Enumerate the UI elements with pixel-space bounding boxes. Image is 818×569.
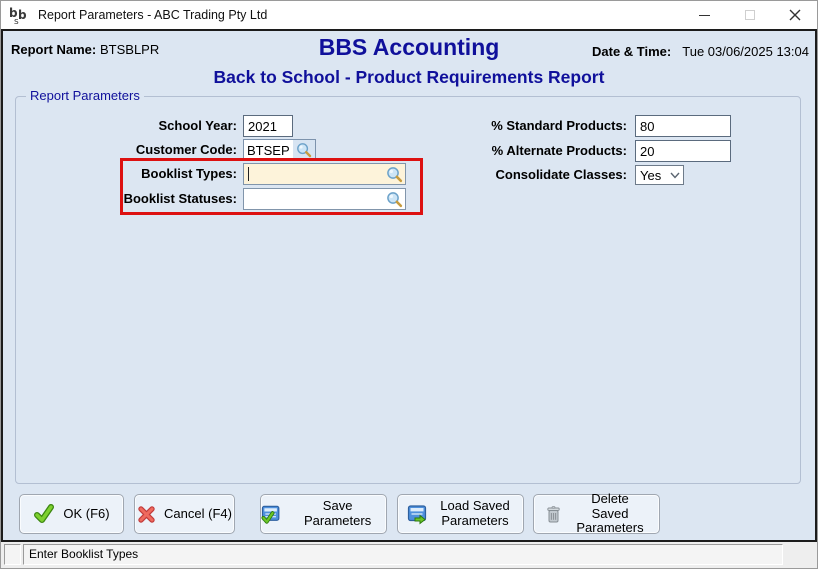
close-button[interactable] (772, 1, 817, 29)
consolidate-row: Consolidate Classes: Yes (3, 164, 815, 186)
status-message: Enter Booklist Types (23, 544, 783, 565)
minimize-button[interactable] (682, 1, 727, 29)
datetime-label: Date & Time: (592, 44, 671, 59)
content-area: Report Name: BTSBLPR BBS Accounting Date… (1, 29, 817, 542)
cancel-button[interactable]: Cancel (F4) (134, 494, 235, 534)
consolidate-label: Consolidate Classes: (403, 164, 627, 186)
pct-alternate-row: % Alternate Products: (3, 140, 815, 162)
load-icon (407, 504, 428, 525)
window-title: Report Parameters - ABC Trading Pty Ltd (38, 8, 267, 22)
save-parameters-label: Save Parameters (289, 499, 386, 529)
ok-button-label: OK (F6) (63, 507, 109, 522)
datetime: Date & Time: Tue 03/06/2025 13:04 (592, 44, 809, 59)
pct-alternate-label: % Alternate Products: (403, 140, 627, 162)
status-bar: Enter Booklist Types (1, 542, 817, 568)
status-grip-panel (4, 544, 21, 565)
delete-saved-parameters-button[interactable]: Delete Saved Parameters (533, 494, 660, 534)
minimize-icon (699, 15, 710, 16)
load-saved-parameters-button[interactable]: Load Saved Parameters (397, 494, 524, 534)
pct-alternate-input[interactable] (635, 140, 731, 162)
consolidate-value: Yes (636, 168, 667, 183)
pct-standard-label: % Standard Products: (403, 115, 627, 137)
load-saved-parameters-label: Load Saved Parameters (436, 499, 514, 529)
datetime-value: Tue 03/06/2025 13:04 (682, 44, 809, 59)
app-icon: b s b (8, 4, 30, 26)
maximize-button (727, 1, 772, 29)
report-parameters-window: b s b Report Parameters - ABC Trading Pt… (0, 0, 818, 569)
title-bar: b s b Report Parameters - ABC Trading Pt… (1, 1, 817, 29)
groupbox-label: Report Parameters (26, 88, 144, 103)
report-subtitle: Back to School - Product Requirements Re… (3, 67, 815, 88)
consolidate-select[interactable]: Yes (635, 165, 684, 185)
pct-standard-input[interactable] (635, 115, 731, 137)
check-icon (33, 503, 55, 525)
close-icon (788, 8, 802, 22)
svg-text:b: b (18, 8, 27, 22)
maximize-icon (745, 10, 755, 20)
cross-icon (137, 505, 156, 524)
trash-icon (544, 505, 563, 524)
save-icon (261, 504, 281, 525)
delete-saved-parameters-label: Delete Saved Parameters (571, 492, 649, 537)
pct-standard-row: % Standard Products: (3, 115, 815, 137)
chevron-down-icon (667, 172, 683, 179)
cancel-button-label: Cancel (F4) (164, 507, 232, 522)
ok-button[interactable]: OK (F6) (19, 494, 124, 534)
save-parameters-button[interactable]: Save Parameters (260, 494, 387, 534)
